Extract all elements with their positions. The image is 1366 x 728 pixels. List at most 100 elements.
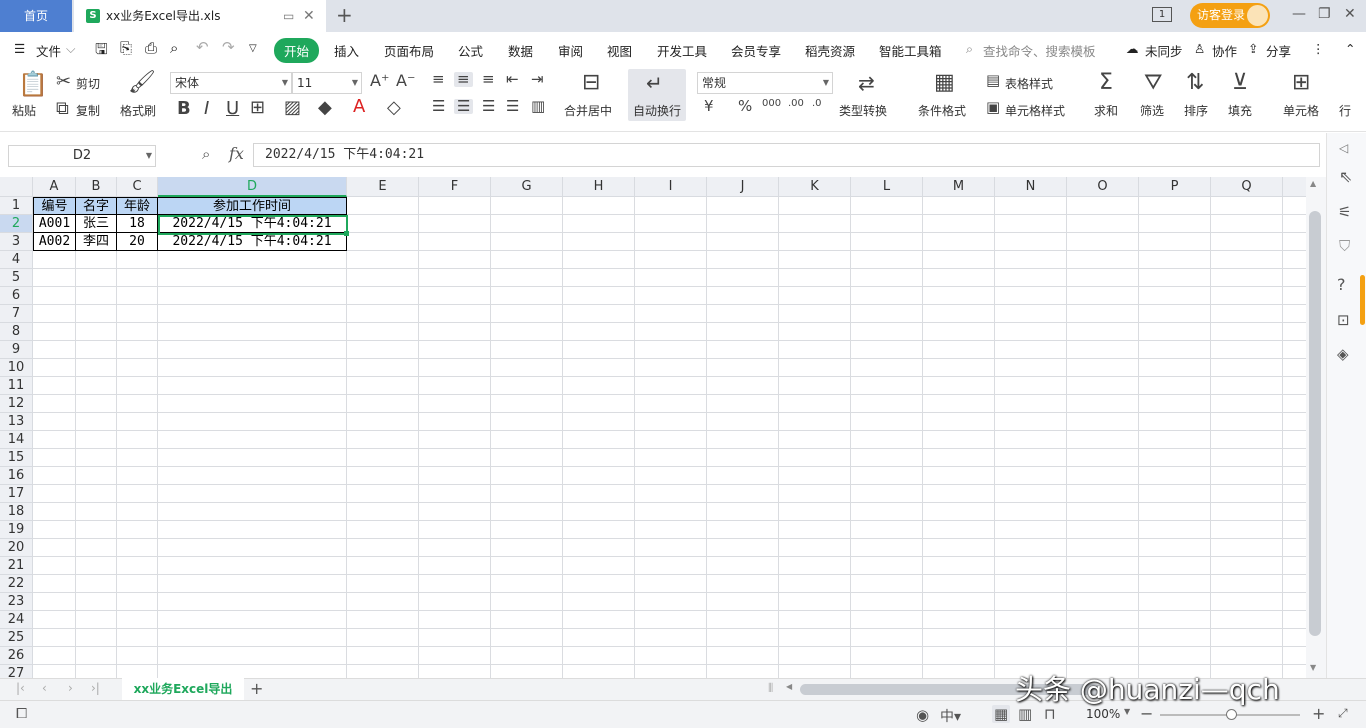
copy-icon[interactable]: ⧉: [56, 100, 69, 118]
font-size-select[interactable]: 11 ▼: [292, 72, 362, 94]
row-header-2[interactable]: 2: [0, 215, 33, 233]
percent-icon[interactable]: %: [738, 99, 752, 114]
tab-page-layout[interactable]: 页面布局: [384, 41, 434, 60]
zoom-slider-thumb[interactable]: [1226, 709, 1237, 720]
save-icon[interactable]: 🖫: [95, 39, 108, 64]
close-tab-icon[interactable]: ✕: [303, 0, 315, 32]
table-style-icon[interactable]: ▤: [986, 73, 1000, 88]
scissors-icon[interactable]: ✂: [56, 73, 71, 91]
fill-icon[interactable]: ⊻: [1232, 72, 1248, 94]
panel-scroll-thumb[interactable]: [1360, 275, 1365, 325]
tab-review[interactable]: 审阅: [558, 41, 583, 60]
tab-insert[interactable]: 插入: [334, 41, 359, 60]
data-cell[interactable]: 20: [117, 233, 158, 251]
clear-icon[interactable]: ◇: [387, 99, 401, 117]
scroll-down-icon[interactable]: ▼: [1310, 663, 1316, 672]
chevron-down-icon[interactable]: ⌵: [66, 41, 75, 57]
increase-indent-icon[interactable]: ⇥: [531, 72, 544, 87]
function-icon[interactable]: fx: [229, 144, 244, 163]
scroll-up-icon[interactable]: ▲: [1310, 179, 1316, 188]
column-header-E[interactable]: E: [347, 177, 419, 197]
prev-sheet-icon[interactable]: ‹: [42, 681, 47, 695]
row-header-21[interactable]: 21: [0, 557, 33, 575]
new-tab-button[interactable]: +: [336, 3, 353, 27]
align-left-icon[interactable]: ☰: [432, 99, 445, 114]
thousands-icon[interactable]: 000: [762, 99, 781, 109]
add-sheet-icon[interactable]: +: [250, 679, 263, 698]
convert-icon[interactable]: ⇄: [858, 73, 875, 93]
cut-button[interactable]: 剪切: [76, 75, 100, 92]
font-name-select[interactable]: 宋体 ▼: [170, 72, 292, 94]
row-column-button[interactable]: 行: [1339, 102, 1351, 119]
italic-icon[interactable]: I: [204, 100, 209, 118]
column-header-L[interactable]: L: [851, 177, 923, 197]
more-icon[interactable]: ▽: [249, 43, 257, 54]
close-window-icon[interactable]: ✕: [1344, 6, 1356, 22]
row-header-1[interactable]: 1: [0, 197, 33, 215]
row-header-3[interactable]: 3: [0, 233, 33, 251]
conditional-format-icon[interactable]: ▦: [934, 72, 955, 94]
data-cell[interactable]: 李四: [76, 233, 117, 251]
export-icon[interactable]: ⎘: [120, 39, 132, 57]
last-sheet-icon[interactable]: ›|: [91, 681, 100, 695]
tab-smart-tools[interactable]: 智能工具箱: [879, 41, 942, 60]
fullscreen-icon[interactable]: ⤢: [1338, 706, 1348, 721]
undo-icon[interactable]: ↶: [196, 38, 209, 56]
justify-icon[interactable]: ☰: [506, 99, 519, 114]
increase-font-icon[interactable]: A⁺: [370, 73, 389, 89]
column-header-C[interactable]: C: [117, 177, 158, 197]
cell-icon[interactable]: ⊞: [1292, 72, 1310, 94]
scroll-left-icon[interactable]: ◀: [786, 682, 792, 691]
row-header-14[interactable]: 14: [0, 431, 33, 449]
sort-icon[interactable]: ⇅: [1186, 72, 1204, 94]
pin-icon[interactable]: ▭: [283, 0, 294, 32]
name-box[interactable]: D2 ▼: [8, 145, 156, 167]
currency-icon[interactable]: ¥: [704, 99, 714, 114]
macro-record-icon[interactable]: ⧠: [16, 706, 27, 722]
row-header-23[interactable]: 23: [0, 593, 33, 611]
align-top-icon[interactable]: ≡: [432, 72, 445, 87]
row-header-8[interactable]: 8: [0, 323, 33, 341]
tab-view[interactable]: 视图: [607, 41, 632, 60]
align-center-icon[interactable]: ☰: [454, 99, 474, 114]
redo-icon[interactable]: ↷: [222, 38, 235, 56]
distribute-icon[interactable]: ▥: [531, 99, 545, 114]
row-header-27[interactable]: 27: [0, 665, 33, 678]
print-icon[interactable]: ⎙: [145, 39, 157, 57]
eye-protection-icon[interactable]: ◉: [916, 706, 929, 724]
fill-button[interactable]: 填充: [1228, 102, 1252, 119]
format-painter-button[interactable]: 格式刷: [120, 102, 156, 119]
row-header-11[interactable]: 11: [0, 377, 33, 395]
column-header-Q[interactable]: Q: [1211, 177, 1283, 197]
column-header-K[interactable]: K: [779, 177, 851, 197]
window-count-icon[interactable]: 1: [1152, 7, 1172, 22]
select-all-corner[interactable]: [0, 177, 33, 197]
style-icon[interactable]: ⛉: [1339, 237, 1350, 255]
column-header-O[interactable]: O: [1067, 177, 1139, 197]
row-header-13[interactable]: 13: [0, 413, 33, 431]
decrease-indent-icon[interactable]: ⇤: [506, 72, 519, 87]
zoom-level[interactable]: 100%: [1086, 707, 1120, 721]
row-header-18[interactable]: 18: [0, 503, 33, 521]
collaborate-button[interactable]: 协作: [1212, 41, 1237, 60]
fill-handle[interactable]: [344, 231, 349, 236]
conditional-format-button[interactable]: 条件格式: [918, 102, 966, 119]
tab-document[interactable]: S xx业务Excel导出.xls ▭ ✕: [74, 0, 326, 32]
row-header-25[interactable]: 25: [0, 629, 33, 647]
table-style-button[interactable]: 表格样式: [1005, 75, 1053, 92]
column-header-P[interactable]: P: [1139, 177, 1211, 197]
column-header-N[interactable]: N: [995, 177, 1067, 197]
panel-collapse-icon[interactable]: ◁: [1339, 141, 1348, 155]
menu-icon[interactable]: ☰: [14, 41, 25, 56]
tab-formulas[interactable]: 公式: [458, 41, 483, 60]
scroll-thumb[interactable]: [1309, 211, 1321, 636]
row-header-22[interactable]: 22: [0, 575, 33, 593]
paste-button[interactable]: 粘贴: [12, 102, 36, 119]
minimize-icon[interactable]: —: [1292, 6, 1306, 22]
data-cell[interactable]: 2022/4/15 下午4:04:21: [158, 233, 347, 251]
settings-slider-icon[interactable]: ⚟: [1338, 203, 1351, 221]
column-header-F[interactable]: F: [419, 177, 491, 197]
collapse-ribbon-icon[interactable]: ⌃: [1345, 41, 1355, 56]
sum-icon[interactable]: Σ: [1099, 72, 1113, 94]
row-header-12[interactable]: 12: [0, 395, 33, 413]
